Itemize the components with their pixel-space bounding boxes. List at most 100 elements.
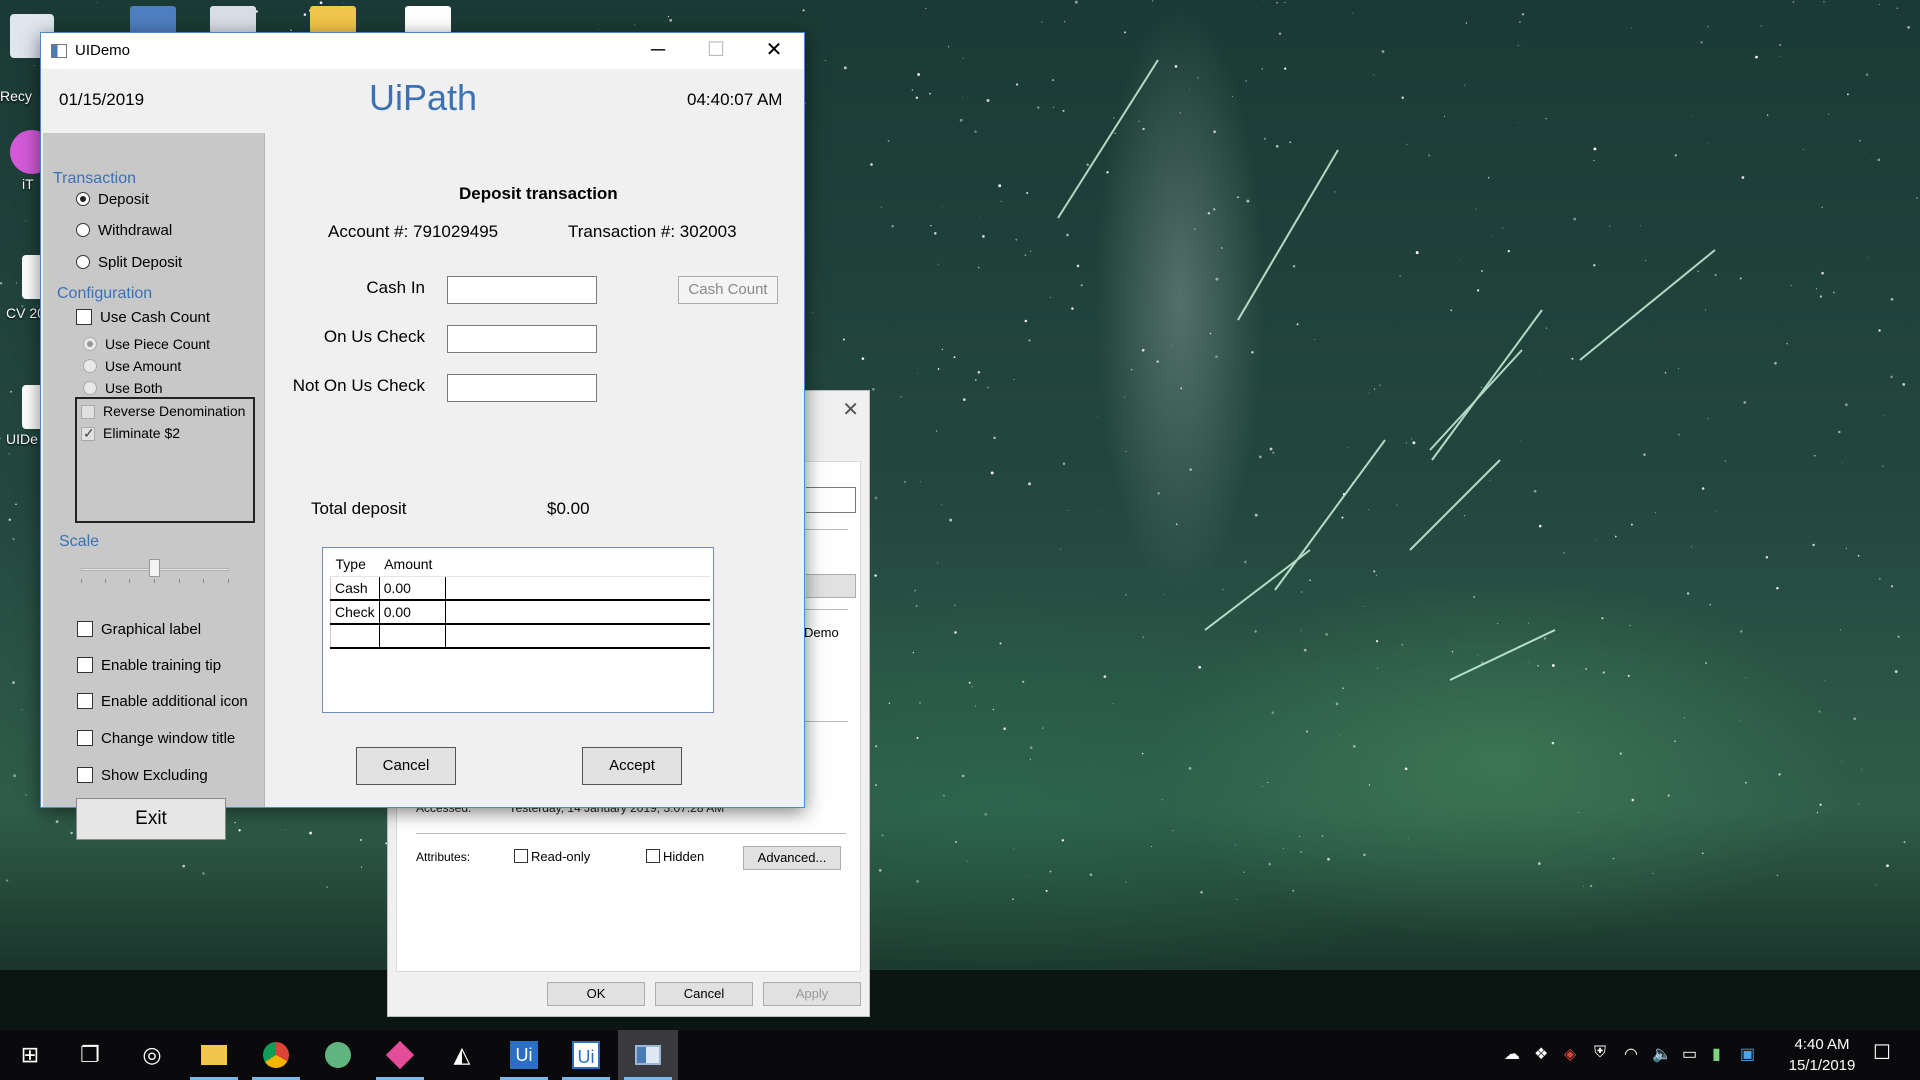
start-icon[interactable]: ⊞ — [0, 1030, 60, 1080]
close-icon[interactable]: ✕ — [842, 397, 859, 422]
transaction-number: Transaction #: 302003 — [568, 222, 737, 241]
uipath-robot-icon[interactable]: Ui — [556, 1030, 616, 1080]
readonly-checkbox[interactable]: Read-only — [514, 849, 590, 864]
checkbox-icon — [81, 405, 95, 419]
radio-withdrawal[interactable]: Withdrawal — [76, 222, 172, 239]
checkbox-use-cash-count[interactable]: Use Cash Count — [76, 309, 210, 326]
on-us-check-input[interactable] — [447, 325, 597, 353]
cancel-button[interactable]: Cancel — [655, 982, 753, 1006]
uipath-studio-icon[interactable]: Ui — [494, 1030, 554, 1080]
cash-in-label: Cash In — [366, 278, 425, 297]
divider — [798, 609, 848, 610]
radio-use-piece-count[interactable]: Use Piece Count — [83, 336, 210, 352]
language-icon[interactable]: ▣ — [1740, 1044, 1755, 1064]
battery-icon[interactable]: ▭ — [1682, 1044, 1697, 1064]
radio-use-both[interactable]: Use Both — [83, 380, 163, 396]
checkbox-enable-training-tip[interactable]: Enable training tip — [77, 657, 221, 674]
uidemo-icon[interactable] — [618, 1030, 678, 1080]
cell-amount[interactable] — [379, 624, 446, 649]
apply-button[interactable]: Apply — [763, 982, 861, 1006]
cell-type[interactable]: Check — [330, 600, 380, 625]
cell-amount[interactable]: 0.00 — [379, 600, 446, 625]
slider-tick — [203, 579, 204, 583]
notification-center-icon[interactable]: ☐ — [1868, 1040, 1896, 1068]
checkmark-icon — [81, 425, 95, 442]
deposit-grid[interactable]: Type Amount Cash 0.00 Check 0.00 — [322, 547, 714, 713]
radio-use-amount[interactable]: Use Amount — [83, 358, 181, 374]
checkbox-change-window-title[interactable]: Change window title — [77, 730, 235, 747]
checkbox-enable-additional-icon[interactable]: Enable additional icon — [77, 693, 248, 710]
checkbox-show-excluding[interactable]: Show Excluding — [77, 767, 208, 784]
clock-time: 4:40 AM — [1794, 1036, 1850, 1053]
option-label: Reverse Denomination — [103, 403, 246, 419]
radio-split-deposit[interactable]: Split Deposit — [76, 254, 182, 271]
security-shield-icon[interactable]: ⛨ — [1594, 1044, 1606, 1062]
wifi-icon[interactable]: ◠ — [1624, 1044, 1638, 1064]
chrome-icon[interactable] — [246, 1030, 306, 1080]
hidden-label: Hidden — [663, 849, 705, 864]
cell-amount[interactable]: 0.00 — [379, 576, 446, 601]
file-explorer-icon[interactable] — [184, 1030, 244, 1080]
radio-icon — [76, 255, 90, 269]
name-field[interactable] — [806, 487, 856, 513]
configuration-heading: Configuration — [57, 285, 153, 302]
desktop-top-icon[interactable] — [130, 6, 176, 34]
not-on-us-check-input[interactable] — [447, 374, 597, 402]
mcafee-icon[interactable]: ◈ — [1564, 1044, 1576, 1064]
atom-icon[interactable] — [308, 1030, 368, 1080]
readonly-label: Read-only — [531, 849, 591, 864]
cell-type[interactable]: Cash — [330, 576, 380, 601]
minimize-icon[interactable]: ─ — [629, 33, 687, 69]
git-icon[interactable] — [370, 1030, 430, 1080]
taskbar: ⊞ ❐ ◎ ◭ Ui Ui ☁ ❖ ◈ ⛨ ◠ 🔈 ▭ ▮ ▣ 4:40 AM … — [0, 1030, 1920, 1080]
cancel-button[interactable]: Cancel — [356, 747, 456, 785]
maximize-icon[interactable]: ☐ — [687, 33, 745, 69]
task-view-icon[interactable]: ❐ — [60, 1030, 120, 1080]
scale-heading: Scale — [59, 533, 100, 550]
slider-tick — [81, 579, 82, 583]
hidden-checkbox[interactable]: Hidden — [646, 849, 704, 864]
cell-type[interactable] — [330, 624, 380, 649]
option-label: Deposit — [98, 191, 149, 208]
dropbox-icon[interactable]: ❖ — [1534, 1044, 1548, 1064]
table-row[interactable]: Check 0.00 — [330, 600, 710, 625]
app-icon — [51, 44, 67, 58]
desktop-top-icon[interactable] — [210, 6, 256, 34]
table-row[interactable]: Cash 0.00 — [330, 576, 710, 601]
volume-icon[interactable]: 🔈 — [1652, 1044, 1672, 1064]
header-time: 04:40:07 AM — [687, 90, 783, 109]
word-document-icon[interactable] — [405, 6, 451, 34]
checkbox-eliminate-2[interactable]: Eliminate $2 — [81, 425, 180, 442]
folder-icon[interactable] — [310, 6, 356, 34]
unity-icon[interactable]: ◭ — [432, 1030, 492, 1080]
system-clock[interactable]: 4:40 AM 15/1/2019 — [1774, 1034, 1870, 1076]
divider — [416, 833, 846, 834]
option-label: Change window title — [101, 730, 236, 747]
advanced-button[interactable]: Advanced... — [743, 846, 841, 870]
column-header-blank — [445, 552, 710, 577]
deposit-table: Type Amount Cash 0.00 Check 0.00 — [330, 552, 710, 649]
radio-icon — [76, 192, 90, 206]
cortana-icon[interactable]: ◎ — [122, 1030, 182, 1080]
close-icon[interactable]: ✕ — [745, 33, 803, 69]
checkbox-reverse-denomination[interactable]: Reverse Denomination — [81, 403, 245, 419]
device-icon[interactable]: ▮ — [1712, 1044, 1721, 1064]
scale-slider-thumb[interactable] — [149, 559, 160, 577]
option-label: Use Cash Count — [100, 309, 211, 326]
onedrive-icon[interactable]: ☁ — [1504, 1044, 1520, 1064]
column-header-amount[interactable]: Amount — [379, 552, 446, 577]
change-button[interactable] — [806, 574, 856, 598]
radio-icon — [83, 381, 97, 395]
radio-deposit[interactable]: Deposit — [76, 191, 149, 208]
attributes-label: Attributes: — [416, 850, 471, 864]
exit-button[interactable]: Exit — [76, 798, 226, 840]
title-bar[interactable]: UIDemo ─ ☐ ✕ — [41, 33, 804, 69]
checkbox-graphical-label[interactable]: Graphical label — [77, 621, 201, 638]
ok-button[interactable]: OK — [547, 982, 645, 1006]
column-header-type[interactable]: Type — [330, 552, 380, 577]
cash-count-button[interactable]: Cash Count — [678, 276, 778, 304]
accept-button[interactable]: Accept — [582, 747, 682, 785]
total-deposit-value: $0.00 — [547, 499, 590, 518]
cash-in-input[interactable] — [447, 276, 597, 304]
table-row-new[interactable] — [330, 624, 710, 649]
